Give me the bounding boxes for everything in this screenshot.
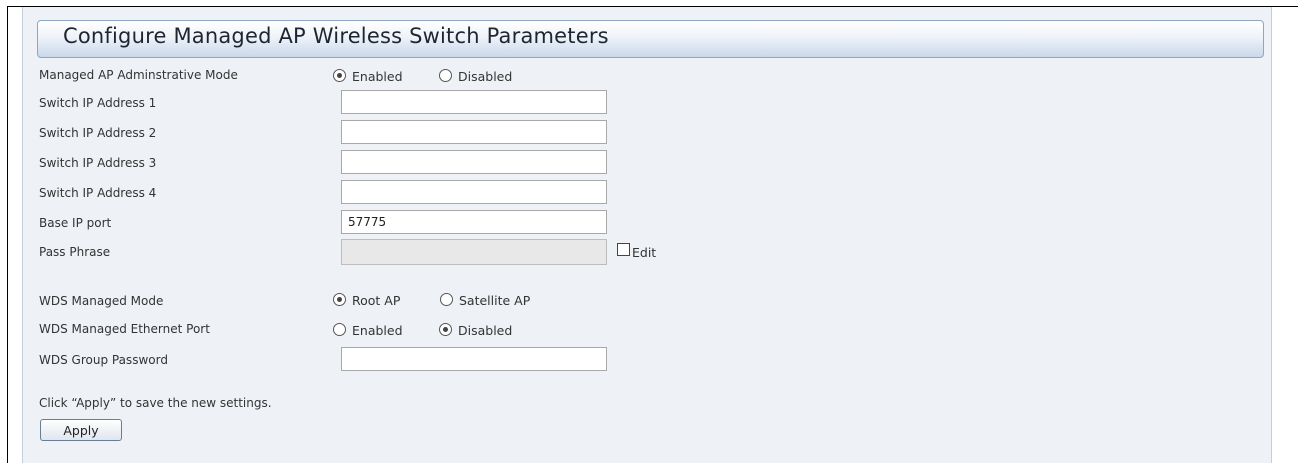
- wds-ethernet-port-label: WDS Managed Ethernet Port: [39, 322, 210, 336]
- admin-mode-label: Managed AP Adminstrative Mode: [39, 68, 238, 82]
- wds-mode-satellite-ap-label: Satellite AP: [459, 293, 531, 308]
- wds-group-password-label: WDS Group Password: [39, 353, 168, 367]
- radio-unchecked-icon: [440, 293, 453, 306]
- wds-ethernet-enabled-label: Enabled: [352, 323, 403, 338]
- radio-checked-icon: [333, 69, 346, 82]
- admin-mode-disabled-label: Disabled: [458, 69, 513, 84]
- pass-phrase-input[interactable]: [341, 239, 607, 265]
- switch-ip-4-label: Switch IP Address 4: [39, 186, 157, 200]
- wds-ethernet-disabled-label: Disabled: [458, 323, 513, 338]
- switch-ip-1-input[interactable]: [341, 90, 607, 114]
- admin-mode-enabled-label: Enabled: [352, 69, 403, 84]
- radio-checked-icon: [333, 293, 346, 306]
- admin-mode-radio-group: Enabled Disabled: [333, 68, 553, 88]
- wds-group-password-input[interactable]: [341, 347, 607, 371]
- base-ip-port-label: Base IP port: [39, 216, 112, 230]
- radio-unchecked-icon: [439, 69, 452, 82]
- wds-mode-root-ap-label: Root AP: [352, 293, 401, 308]
- switch-ip-4-input[interactable]: [341, 180, 607, 204]
- pass-phrase-edit-checkbox[interactable]: [617, 243, 630, 256]
- apply-button[interactable]: Apply: [40, 419, 122, 441]
- switch-ip-3-input[interactable]: [341, 150, 607, 174]
- wds-ethernet-port-radio-group: Enabled Disabled: [333, 322, 553, 342]
- page-title: Configure Managed AP Wireless Switch Par…: [63, 24, 609, 48]
- switch-ip-1-label: Switch IP Address 1: [39, 96, 157, 110]
- switch-ip-3-label: Switch IP Address 3: [39, 156, 157, 170]
- radio-unchecked-icon: [333, 323, 346, 336]
- wds-managed-mode-label: WDS Managed Mode: [39, 294, 164, 308]
- switch-ip-2-label: Switch IP Address 2: [39, 126, 157, 140]
- base-ip-port-input[interactable]: [341, 210, 607, 234]
- pass-phrase-edit-label: Edit: [632, 245, 657, 260]
- switch-ip-2-input[interactable]: [341, 120, 607, 144]
- wds-managed-mode-radio-group: Root AP Satellite AP: [333, 292, 573, 312]
- pass-phrase-label: Pass Phrase: [39, 245, 111, 259]
- apply-instruction-text: Click “Apply” to save the new settings.: [39, 396, 272, 410]
- radio-checked-icon: [439, 323, 452, 336]
